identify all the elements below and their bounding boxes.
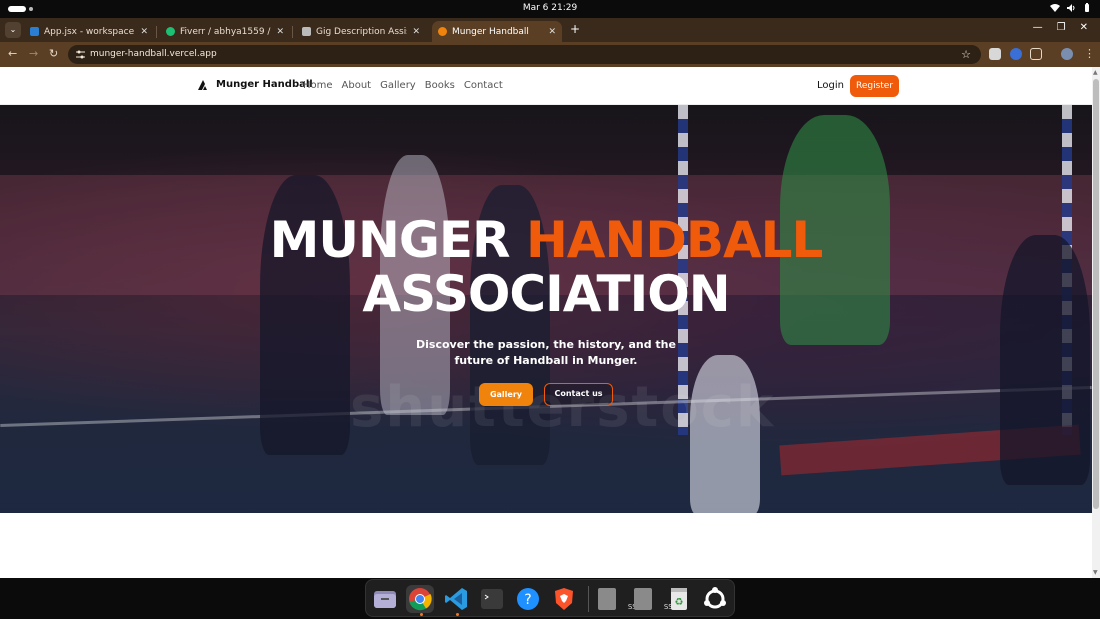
back-icon[interactable]: ←	[8, 47, 17, 60]
os-top-bar: Mar 6 21:29	[0, 0, 1100, 18]
terminal-icon[interactable]	[478, 585, 506, 613]
vpn-extension-icon[interactable]	[1010, 48, 1022, 60]
scroll-up-icon[interactable]: ▲	[1093, 69, 1098, 76]
tab-gig-description[interactable]: Gig Description Assistant ✕	[296, 21, 426, 42]
vscode-favicon-icon	[30, 27, 39, 36]
close-window-icon[interactable]: ✕	[1080, 22, 1088, 33]
new-tab-button[interactable]: +	[570, 22, 580, 36]
hero-title-accent: HANDBALL	[525, 211, 823, 269]
site-header: Munger Handball Home About Gallery Books…	[0, 67, 1092, 105]
close-icon[interactable]: ✕	[140, 27, 148, 37]
tab-title: Munger Handball	[452, 26, 529, 37]
bookmark-star-icon[interactable]: ☆	[961, 45, 971, 64]
gallery-button[interactable]: Gallery	[479, 383, 533, 406]
vscode-icon[interactable]	[442, 585, 470, 613]
brave-icon[interactable]	[550, 585, 578, 613]
wifi-icon	[1050, 4, 1060, 12]
clock[interactable]: Mar 6 21:29	[0, 3, 1100, 13]
tab-bar: ⌄ App.jsx - workspace - Co ✕ Fiverr / ab…	[0, 18, 1100, 42]
nav-about[interactable]: About	[342, 80, 372, 91]
system-tray[interactable]	[1050, 3, 1092, 13]
close-icon[interactable]: ✕	[412, 27, 420, 37]
tab-separator	[292, 26, 293, 38]
ssd-drive-icon[interactable]: SSD	[593, 585, 642, 613]
os-dock: ? SSD SSD ♻	[365, 579, 735, 617]
hero-title-part1: MUNGER	[269, 211, 511, 269]
battery-icon	[1085, 3, 1089, 12]
browser-toolbar: ← → ↻ munger-handball.vercel.app ☆ ⋮	[0, 42, 1100, 67]
trash-icon[interactable]: ♻	[665, 585, 693, 613]
scroll-thumb[interactable]	[1093, 79, 1099, 509]
window-controls: — ❐ ✕	[1033, 22, 1088, 33]
tab-vscode[interactable]: App.jsx - workspace - Co ✕	[24, 21, 154, 42]
contact-us-button[interactable]: Contact us	[544, 383, 613, 406]
tab-title: App.jsx - workspace - Co	[44, 26, 135, 37]
running-indicator	[456, 613, 459, 616]
kebab-menu-icon[interactable]: ⋮	[1084, 47, 1095, 60]
hero-title: MUNGER HANDBALL ASSOCIATION	[0, 213, 1092, 321]
register-button[interactable]: Register	[850, 75, 899, 97]
tab-munger-handball[interactable]: Munger Handball ✕	[432, 21, 562, 42]
hero-subtitle: Discover the passion, the history, and t…	[416, 338, 676, 367]
ssd-drive-icon[interactable]: SSD	[629, 585, 678, 613]
close-icon[interactable]: ✕	[548, 27, 556, 37]
page-scrollbar[interactable]: ▲ ▼	[1092, 67, 1100, 578]
volume-icon	[1067, 4, 1075, 12]
restore-icon[interactable]: ❐	[1057, 22, 1066, 33]
files-icon[interactable]	[371, 585, 399, 613]
dock-separator	[588, 586, 589, 612]
gig-favicon-icon	[302, 27, 311, 36]
site-nav-links: Home About Gallery Books Contact	[303, 80, 503, 91]
address-bar[interactable]: munger-handball.vercel.app ☆	[68, 45, 981, 64]
reload-icon[interactable]: ↻	[49, 47, 58, 60]
running-indicator	[420, 613, 423, 616]
site-settings-icon[interactable]	[76, 50, 85, 59]
extensions-puzzle-icon[interactable]	[1030, 48, 1042, 60]
ubuntu-icon[interactable]	[701, 585, 729, 613]
tab-fiverr[interactable]: Fiverr / abhya1559 / Edit ✕	[160, 21, 290, 42]
scroll-down-icon[interactable]: ▼	[1093, 569, 1098, 576]
nav-gallery[interactable]: Gallery	[380, 80, 416, 91]
page-viewport: Munger Handball Home About Gallery Books…	[0, 67, 1092, 578]
profile-avatar-icon[interactable]	[1061, 48, 1073, 60]
tab-separator	[156, 26, 157, 38]
minimize-icon[interactable]: —	[1033, 22, 1043, 33]
hero-section: shutterstock MUNGER HANDBALL ASSOCIATION…	[0, 105, 1092, 513]
tab-title: Gig Description Assistant	[316, 26, 407, 37]
fiverr-favicon-icon	[166, 27, 175, 36]
nav-books[interactable]: Books	[425, 80, 455, 91]
close-icon[interactable]: ✕	[276, 27, 284, 37]
brand-logo-icon	[198, 79, 207, 90]
nav-contact[interactable]: Contact	[464, 80, 503, 91]
brand-name: Munger Handball	[216, 79, 313, 90]
munger-favicon-icon	[438, 27, 447, 36]
login-link[interactable]: Login	[817, 80, 844, 91]
camera-extension-icon[interactable]	[989, 48, 1001, 60]
nav-home[interactable]: Home	[303, 80, 333, 91]
forward-icon[interactable]: →	[29, 47, 38, 60]
svg-text:♻: ♻	[675, 597, 684, 608]
hero-title-line2: ASSOCIATION	[362, 265, 730, 323]
svg-text:?: ?	[524, 592, 531, 608]
url-text[interactable]: munger-handball.vercel.app	[90, 49, 217, 59]
site-brand[interactable]: Munger Handball	[198, 79, 313, 90]
help-icon[interactable]: ?	[514, 585, 542, 613]
chrome-icon[interactable]	[406, 585, 434, 613]
tab-title: Fiverr / abhya1559 / Edit	[180, 26, 271, 37]
tab-search-button[interactable]: ⌄	[5, 22, 21, 38]
